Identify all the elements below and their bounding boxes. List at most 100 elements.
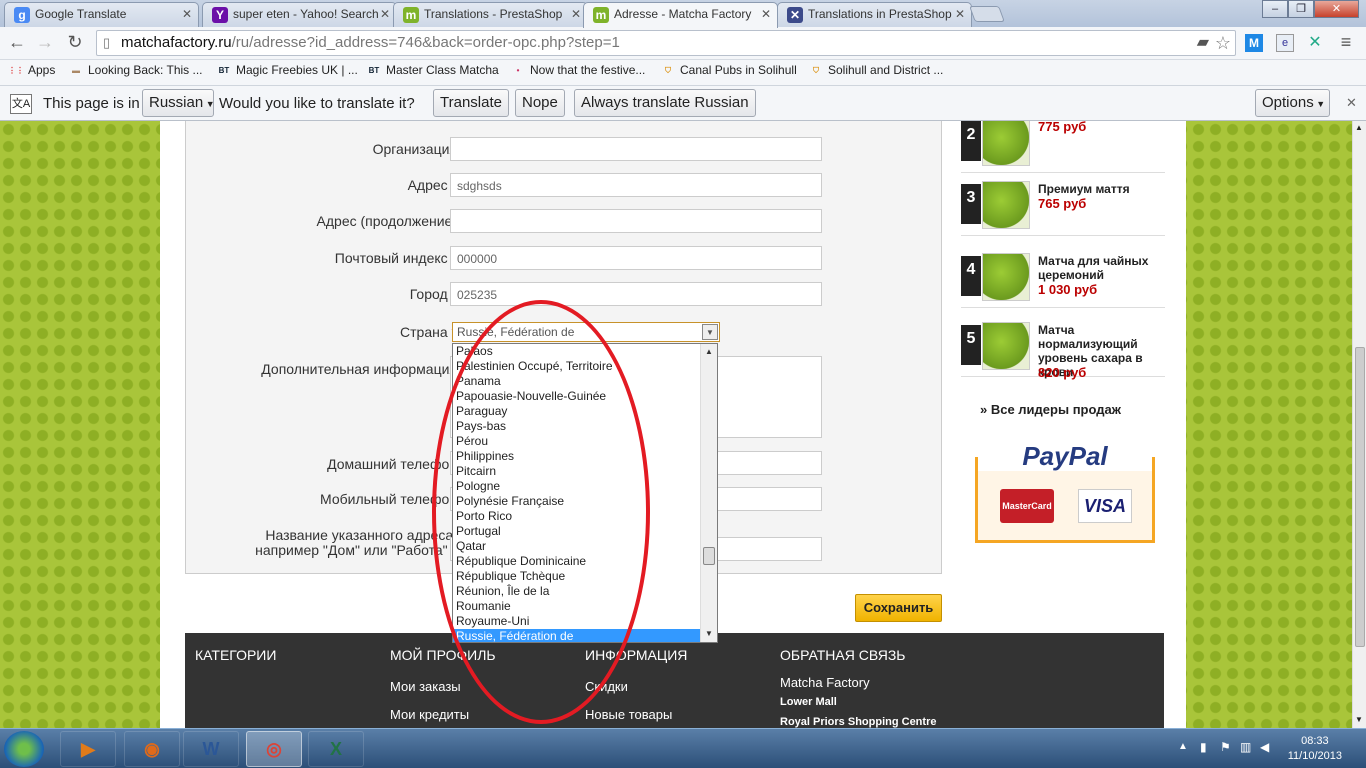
dropdown-option[interactable]: Palestinien Occupé, Territoire bbox=[453, 359, 701, 374]
bookmark-item[interactable]: ⛉ Canal Pubs in Solihull bbox=[660, 63, 797, 77]
close-tab-icon[interactable]: ✕ bbox=[571, 7, 581, 21]
extension-e-icon[interactable]: e bbox=[1276, 34, 1294, 52]
field-input[interactable]: sdghsds bbox=[450, 173, 822, 197]
field-input[interactable] bbox=[450, 209, 822, 233]
country-select[interactable]: Russie, Fédération de ▼ bbox=[452, 322, 720, 342]
start-button[interactable] bbox=[4, 731, 44, 767]
excel-icon[interactable]: X bbox=[308, 731, 364, 767]
dropdown-option[interactable]: Réunion, Île de la bbox=[453, 584, 701, 599]
language-select[interactable]: Russian ▼ bbox=[142, 89, 215, 117]
footer-link[interactable]: Matcha Factory bbox=[780, 675, 870, 690]
scroll-thumb[interactable] bbox=[703, 547, 715, 565]
dropdown-option[interactable]: Russie, Fédération de bbox=[453, 629, 701, 642]
close-tab-icon[interactable]: ✕ bbox=[380, 7, 390, 21]
close-infobar-icon[interactable]: ✕ bbox=[1346, 95, 1357, 111]
dropdown-option[interactable]: République Tchèque bbox=[453, 569, 701, 584]
dropdown-scrollbar[interactable]: ▲ ▼ bbox=[700, 344, 717, 642]
country-dropdown-list[interactable]: Palaos Palestinien Occupé, Territoire Pana… bbox=[452, 343, 718, 643]
dropdown-option[interactable]: Portugal bbox=[453, 524, 701, 539]
dropdown-option[interactable]: Roumanie bbox=[453, 599, 701, 614]
maximize-button[interactable]: ❐ bbox=[1288, 0, 1314, 18]
product-image[interactable] bbox=[982, 181, 1030, 229]
scroll-thumb[interactable] bbox=[1355, 347, 1365, 647]
star-icon[interactable]: ☆ bbox=[1215, 31, 1231, 55]
dropdown-option[interactable]: Qatar bbox=[453, 539, 701, 554]
tab-4[interactable]: m Adresse - Matcha Factory ✕ bbox=[583, 2, 778, 28]
clock[interactable]: 08:33 11/10/2013 bbox=[1288, 734, 1342, 764]
page-scrollbar[interactable]: ▲ ▼ bbox=[1352, 121, 1366, 728]
translate-button[interactable]: Translate bbox=[433, 89, 509, 117]
scroll-up-icon[interactable]: ▲ bbox=[1355, 123, 1363, 132]
all-bestsellers-link[interactable]: » Все лидеры продаж bbox=[980, 402, 1121, 417]
forward-button[interactable]: → bbox=[34, 31, 56, 53]
dropdown-option[interactable]: République Dominicaine bbox=[453, 554, 701, 569]
footer-link[interactable]: Мои кредиты bbox=[390, 707, 469, 722]
close-window-button[interactable]: ✕ bbox=[1314, 0, 1359, 18]
footer-link[interactable]: Мои заказы bbox=[390, 679, 461, 694]
scroll-down-icon[interactable]: ▼ bbox=[1355, 715, 1363, 724]
address-bar[interactable]: ▯ matchafactory.ru/ru/adresse?id_address… bbox=[96, 30, 1236, 56]
always-translate-button[interactable]: Always translate Russian bbox=[574, 89, 756, 117]
extension-m-icon[interactable]: M bbox=[1245, 34, 1263, 52]
field-input[interactable]: 000000 bbox=[450, 246, 822, 270]
extension-x-icon[interactable]: ✕ bbox=[1306, 34, 1324, 52]
bookmark-item[interactable]: ▬ Looking Back: This ... bbox=[68, 63, 203, 77]
media-player-icon[interactable]: ▶ bbox=[60, 731, 116, 767]
translate-icon[interactable]: ▰ bbox=[1197, 31, 1209, 55]
footer-link[interactable]: Royal Priors Shopping Centre bbox=[780, 716, 936, 728]
footer-link[interactable]: Lower Mall bbox=[780, 696, 837, 708]
network-icon[interactable]: ▥ bbox=[1240, 740, 1251, 754]
volume-icon[interactable]: ◀ bbox=[1260, 740, 1269, 754]
save-button[interactable]: Сохранить bbox=[855, 594, 942, 622]
dropdown-option[interactable]: Royaume-Uni bbox=[453, 614, 701, 629]
minimize-button[interactable]: – bbox=[1262, 0, 1288, 18]
battery-icon[interactable]: ▮ bbox=[1200, 740, 1207, 754]
back-button[interactable]: ← bbox=[6, 31, 28, 53]
options-button[interactable]: Options ▼ bbox=[1255, 89, 1330, 117]
product-item[interactable]: 4 Матча для чайных церемоний 1 030 руб bbox=[961, 246, 1165, 308]
close-tab-icon[interactable]: ✕ bbox=[761, 7, 771, 21]
tab-2[interactable]: Ysuper eten - Yahoo! Search ✕ bbox=[202, 2, 397, 27]
new-tab-button[interactable] bbox=[969, 6, 1005, 22]
product-item[interactable]: 2 775 руб bbox=[961, 121, 1165, 173]
bookmark-item[interactable]: BT Magic Freebies UK | ... bbox=[216, 63, 358, 77]
bookmark-item[interactable]: • Now that the festive... bbox=[510, 63, 646, 77]
footer-link[interactable]: Новые товары bbox=[585, 707, 672, 722]
field-input[interactable]: 025235 bbox=[450, 282, 822, 306]
flag-icon[interactable]: ⚑ bbox=[1220, 740, 1231, 754]
field-input[interactable] bbox=[450, 137, 822, 161]
product-item[interactable]: 3 Премиум маття 765 руб bbox=[961, 174, 1165, 236]
product-image[interactable] bbox=[982, 322, 1030, 370]
firefox-icon[interactable]: ◉ bbox=[124, 731, 180, 767]
dropdown-option[interactable]: Pitcairn bbox=[453, 464, 701, 479]
nope-button[interactable]: Nope bbox=[515, 89, 565, 117]
product-image[interactable] bbox=[982, 253, 1030, 301]
tab-1[interactable]: g Google Translate ✕ bbox=[4, 2, 199, 27]
scroll-up-icon[interactable]: ▲ bbox=[702, 345, 716, 359]
close-tab-icon[interactable]: ✕ bbox=[955, 7, 965, 21]
menu-icon[interactable]: ≡ bbox=[1336, 32, 1356, 54]
dropdown-option[interactable]: Paraguay bbox=[453, 404, 701, 419]
footer-link[interactable]: Скидки bbox=[585, 679, 628, 694]
scroll-down-icon[interactable]: ▼ bbox=[702, 627, 716, 641]
dropdown-option[interactable]: Pays-bas bbox=[453, 419, 701, 434]
close-tab-icon[interactable]: ✕ bbox=[182, 7, 192, 21]
chrome-icon[interactable]: ◎ bbox=[246, 731, 302, 767]
word-icon[interactable]: W bbox=[183, 731, 239, 767]
dropdown-option[interactable]: Palaos bbox=[453, 344, 701, 359]
product-image[interactable] bbox=[982, 121, 1030, 166]
dropdown-option[interactable]: Pérou bbox=[453, 434, 701, 449]
dropdown-option[interactable]: Polynésie Française bbox=[453, 494, 701, 509]
show-hidden-icons[interactable]: ▲ bbox=[1178, 741, 1188, 752]
bookmark-item[interactable]: ⛉ Solihull and District ... bbox=[808, 63, 943, 77]
reload-button[interactable]: ↻ bbox=[64, 31, 86, 53]
dropdown-option[interactable]: Papouasie-Nouvelle-Guinée bbox=[453, 389, 701, 404]
dropdown-option[interactable]: Philippines bbox=[453, 449, 701, 464]
bookmark-item[interactable]: BT Master Class Matcha bbox=[366, 63, 499, 77]
product-name[interactable]: Премиум маття bbox=[1038, 182, 1163, 196]
dropdown-option[interactable]: Panama bbox=[453, 374, 701, 389]
tab-3[interactable]: m Translations - PrestaShop ✕ bbox=[393, 2, 588, 27]
bookmark-item[interactable]: ⋮⋮ Apps bbox=[8, 63, 55, 77]
dropdown-option[interactable]: Porto Rico bbox=[453, 509, 701, 524]
dropdown-option[interactable]: Pologne bbox=[453, 479, 701, 494]
